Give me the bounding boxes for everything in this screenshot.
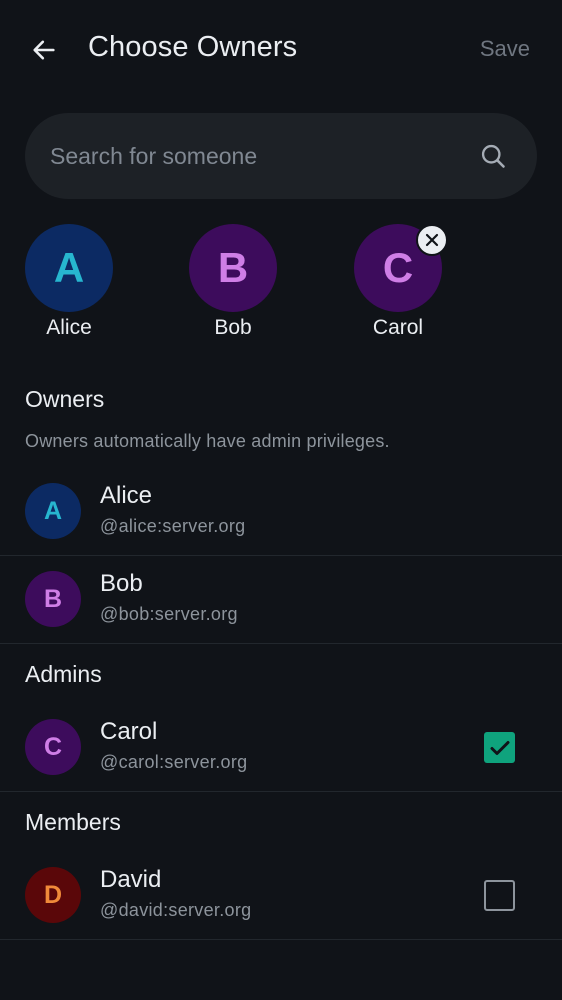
search-icon[interactable]	[479, 142, 507, 170]
selected-user-name: Carol	[372, 316, 424, 339]
avatar: B	[25, 571, 81, 627]
selected-user-name: Bob	[214, 316, 252, 339]
section-title-owners: Owners	[25, 386, 105, 412]
search-input[interactable]	[50, 113, 470, 199]
selected-users: A Alice B Bob C Carol	[0, 224, 562, 344]
choose-owners-screen: Choose Owners Save A Alice B Bob C Carol	[0, 0, 562, 1000]
avatar: A	[25, 224, 113, 312]
back-button[interactable]	[24, 30, 64, 70]
avatar: A	[25, 483, 81, 539]
selected-user-alice[interactable]: A Alice	[14, 224, 124, 340]
user-row-alice[interactable]: A Alice @alice:server.org	[0, 468, 562, 556]
user-id: @bob:server.org	[100, 604, 238, 624]
user-name: Bob	[100, 570, 143, 597]
selected-user-carol[interactable]: C Carol	[343, 224, 453, 340]
avatar: D	[25, 867, 81, 923]
remove-user-button[interactable]	[416, 224, 448, 256]
arrow-left-icon	[33, 40, 55, 60]
user-row-carol[interactable]: C Carol @carol:server.org	[0, 704, 562, 792]
user-id: @carol:server.org	[100, 752, 248, 772]
avatar: C	[25, 719, 81, 775]
user-name: Alice	[100, 482, 153, 509]
select-checkbox[interactable]	[484, 880, 515, 911]
user-id: @alice:server.org	[100, 516, 246, 536]
section-title-admins: Admins	[25, 661, 102, 687]
selected-user-bob[interactable]: B Bob	[178, 224, 288, 340]
checkmark-icon	[490, 740, 509, 755]
user-id: @david:server.org	[100, 900, 252, 920]
close-icon	[425, 233, 439, 247]
user-name: David	[100, 866, 162, 893]
user-row-david[interactable]: D David @david:server.org	[0, 852, 562, 940]
user-name: Carol	[100, 718, 158, 745]
page-title: Choose Owners	[88, 31, 298, 63]
section-title-members: Members	[25, 809, 121, 835]
search-bar	[25, 113, 537, 199]
user-row-bob[interactable]: B Bob @bob:server.org	[0, 556, 562, 644]
save-button[interactable]: Save	[480, 36, 530, 62]
select-checkbox[interactable]	[484, 732, 515, 763]
section-description-owners: Owners automatically have admin privileg…	[25, 431, 390, 451]
selected-user-name: Alice	[46, 316, 92, 339]
top-bar: Choose Owners Save	[0, 0, 562, 100]
avatar: B	[189, 224, 277, 312]
